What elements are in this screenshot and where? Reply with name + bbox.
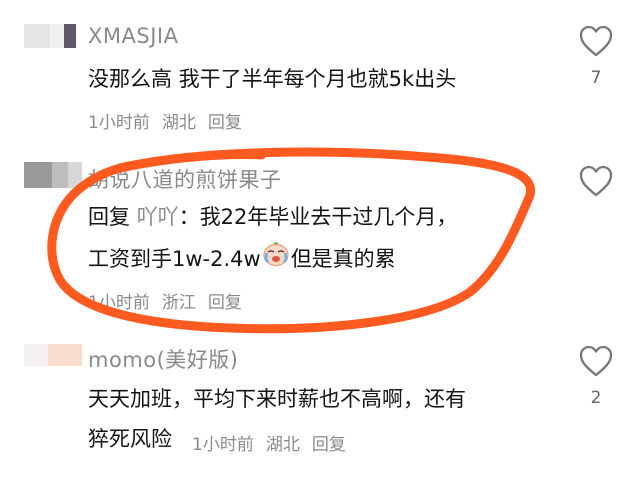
comment-text-line1: 天天加班，平均下来时薪也不高啊，还有 bbox=[88, 387, 466, 411]
reply-button[interactable]: 回复 bbox=[312, 435, 346, 455]
comment-meta: 1小时前 湖北 回复 bbox=[192, 430, 358, 455]
comment-text-line2: 猝死风险 bbox=[88, 427, 172, 451]
heart-outline-icon bbox=[579, 345, 613, 377]
like-count: 2 bbox=[590, 388, 602, 408]
comment-location: 湖北 bbox=[265, 435, 300, 455]
avatar[interactable] bbox=[24, 344, 82, 366]
comment-3: momo(美好版) 天天加班，平均下来时薪也不高啊，还有 猝死风险 1小时前 湖北… bbox=[0, 0, 640, 478]
comment-time: 1小时前 bbox=[192, 435, 254, 455]
like-button[interactable] bbox=[578, 344, 614, 378]
comment-author[interactable]: momo(美好版) bbox=[88, 344, 239, 374]
